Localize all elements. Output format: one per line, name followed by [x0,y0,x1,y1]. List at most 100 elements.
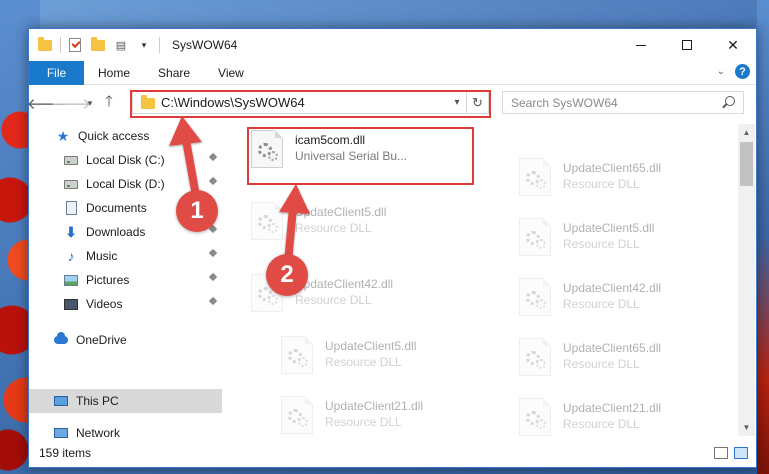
file-description: Resource DLL [563,297,640,311]
sidebar-item-label: Videos [86,297,123,311]
file-item[interactable]: UpdateClient65.dll Resource DLL [519,338,738,386]
address-highlight-box [130,90,491,118]
sidebar-item-pictures[interactable]: Pictures [29,268,222,292]
file-description: Resource DLL [295,221,372,235]
file-description: Resource DLL [325,415,402,429]
file-name: UpdateClient21.dll [563,401,662,415]
pin-icon[interactable] [208,152,218,164]
file-description: Resource DLL [563,177,640,191]
star-icon: ★ [56,127,70,144]
pictures-icon [63,272,79,288]
sidebar-item-onedrive[interactable]: OneDrive [29,328,222,352]
downloads-icon: ⬇ [65,223,77,240]
recent-locations-button[interactable]: ▾ [83,91,97,115]
close-button[interactable]: ✕ [710,29,756,61]
dll-file-icon [251,202,283,240]
sidebar-item-label: Pictures [86,273,130,287]
file-name: UpdateClient42.dll [563,281,662,295]
tab-home[interactable]: Home [84,61,144,85]
sidebar-item-quick-access[interactable]: ★ Quick access [29,124,222,148]
file-name: UpdateClient5.dll [295,205,387,219]
desktop-wallpaper-right [757,0,769,474]
file-name: UpdateClient65.dll [563,161,662,175]
onedrive-icon [53,332,69,348]
scroll-up-icon[interactable]: ▲ [738,124,755,141]
file-name: UpdateClient5.dll [563,221,655,235]
sidebar-item-label: Network [76,426,121,440]
drive-icon [63,152,79,168]
search-placeholder: Search SysWOW64 [511,95,618,110]
file-description: Resource DLL [563,357,640,371]
step-2-badge: 2 [266,254,308,296]
sidebar-item-label: Documents [86,201,147,215]
dll-file-icon [519,218,551,256]
dll-file-icon [519,398,551,436]
sidebar-item-label: OneDrive [76,333,127,347]
tab-view[interactable]: View [204,61,258,85]
sidebar-item-videos[interactable]: Videos [29,292,222,316]
sidebar-item-music[interactable]: ♪ Music [29,244,222,268]
sidebar-item-this-pc[interactable]: This PC [29,389,222,413]
documents-icon [63,200,79,216]
quick-access-toolbar: ▤ ▾ [37,36,159,53]
file-item[interactable]: UpdateClient42.dll Resource DLL [519,278,738,326]
pin-icon[interactable] [208,224,218,236]
scroll-down-icon[interactable]: ▼ [738,419,755,436]
new-folder-icon[interactable] [90,36,106,53]
file-description: Resource DLL [295,293,372,307]
chevron-down-icon[interactable]: ▾ [136,37,152,53]
ribbon-tabs: File Home Share View ⌄ ? [29,60,756,85]
pin-icon[interactable] [208,176,218,188]
file-name: UpdateClient65.dll [563,341,662,355]
file-description: Resource DLL [325,355,402,369]
pin-icon[interactable] [208,248,218,260]
title-bar: ▤ ▾ SysWOW64 ✕ [29,29,756,61]
sidebar-item-local-disk-c[interactable]: Local Disk (C:) [29,148,222,172]
forward-button[interactable]: 🡒 [51,91,91,115]
pin-icon[interactable] [208,296,218,308]
folder-icon[interactable] [37,36,53,53]
expand-ribbon-icon[interactable]: ⌄ [717,66,725,77]
this-pc-icon [53,393,69,409]
dll-file-icon [519,338,551,376]
status-bar: 159 items [29,439,756,467]
sidebar-item-label: Local Disk (C:) [86,153,165,167]
customize-toolbar-icon[interactable]: ▤ [113,37,129,53]
minimize-button[interactable] [618,29,664,61]
up-button[interactable]: 🡑 [97,91,121,115]
file-description: Resource DLL [563,237,640,251]
search-input[interactable]: Search SysWOW64 [502,91,744,114]
music-icon: ♪ [67,248,75,264]
scroll-thumb[interactable] [740,142,753,186]
drive-icon [63,176,79,192]
vertical-scrollbar[interactable]: ▲ ▼ [738,124,755,436]
file-highlight-box [247,127,474,185]
window-title: SysWOW64 [172,38,238,52]
file-explorer-window: ▤ ▾ SysWOW64 ✕ File Home Share View ⌄ ? … [27,28,757,468]
search-icon [725,96,735,106]
maximize-button[interactable] [664,29,710,61]
tiles-view-icon[interactable] [734,447,748,459]
videos-icon [63,296,79,312]
file-name: UpdateClient42.dll [295,277,394,291]
pin-icon[interactable] [208,272,218,284]
dll-file-icon [281,396,313,434]
tab-share[interactable]: Share [144,61,204,85]
sidebar-item-label: Quick access [78,129,150,143]
item-count: 159 items [39,446,92,460]
dll-file-icon [519,158,551,196]
properties-icon[interactable] [67,37,83,53]
file-item[interactable]: UpdateClient5.dll Resource DLL [281,336,506,384]
file-item[interactable]: UpdateClient5.dll Resource DLL [251,202,476,250]
file-item[interactable]: UpdateClient5.dll Resource DLL [519,218,738,266]
help-icon[interactable]: ? [735,64,750,79]
sidebar-item-label: Downloads [86,225,146,239]
file-name: UpdateClient21.dll [325,399,424,413]
details-view-icon[interactable] [714,447,728,459]
file-item[interactable]: UpdateClient21.dll Resource DLL [281,396,506,436]
sidebar-item-label: This PC [76,394,119,408]
file-item[interactable]: UpdateClient21.dll Resource DLL [519,398,738,436]
file-item[interactable]: UpdateClient65.dll Resource DLL [519,158,738,206]
sidebar-item-label: Local Disk (D:) [86,177,165,191]
tab-file[interactable]: File [29,60,84,85]
